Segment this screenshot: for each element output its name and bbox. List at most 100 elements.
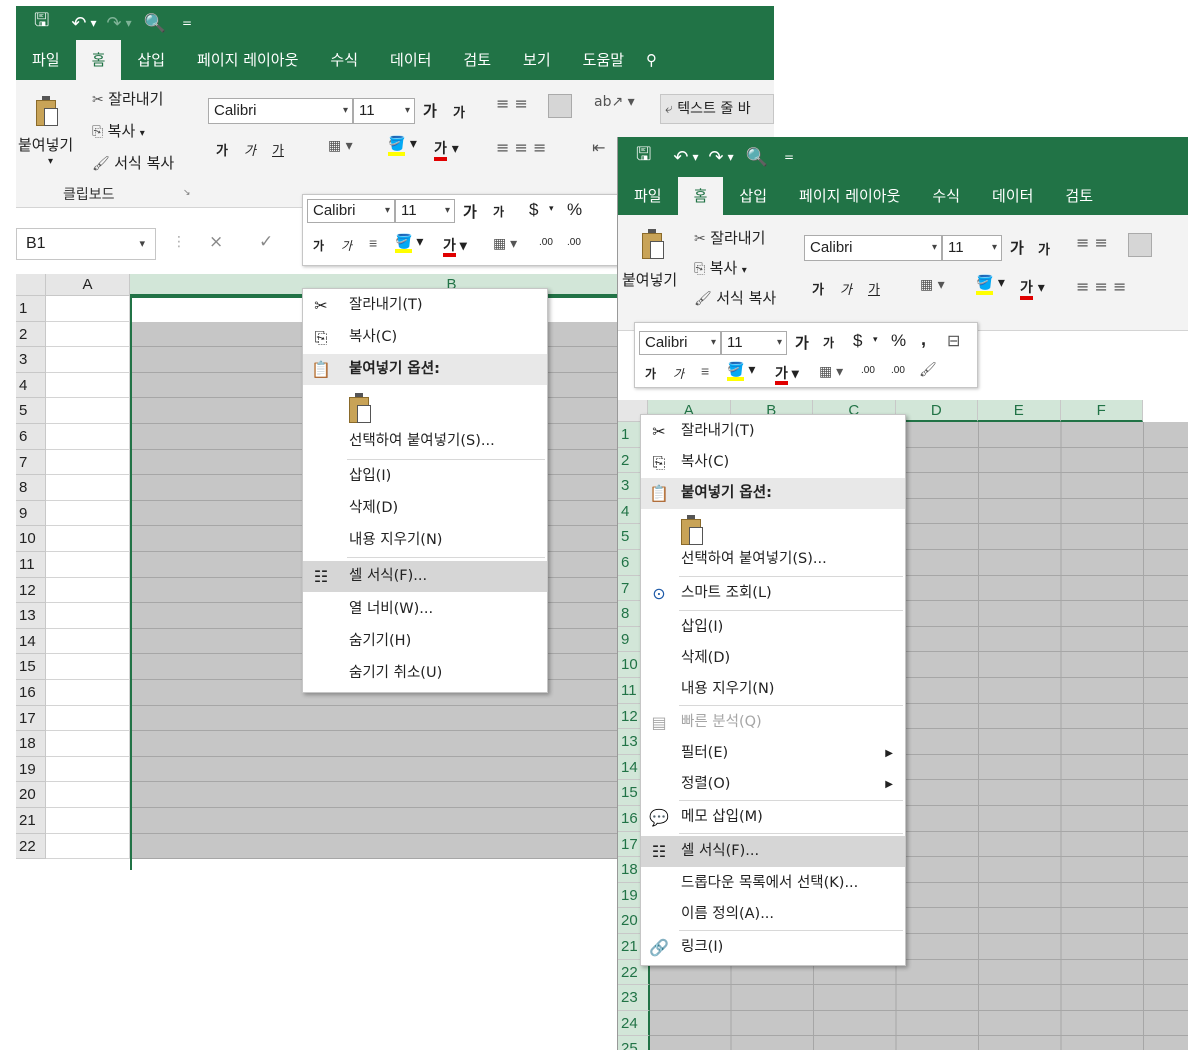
tab-file[interactable]: 파일 — [16, 40, 76, 80]
tab-page-layout[interactable]: 페이지 레이아웃 — [783, 177, 916, 215]
mini-comma[interactable]: , — [921, 329, 926, 350]
cut-button[interactable]: ✂ 잘라내기 — [92, 88, 163, 109]
row-header[interactable]: 5 — [16, 398, 46, 424]
menu-item-insert-comment[interactable]: 💬 메모 삽입(M) — [641, 802, 905, 833]
grid-cell-selected[interactable] — [650, 985, 1188, 1011]
border-icon[interactable]: ▦ ▾ — [920, 277, 945, 293]
menu-item-clear-contents[interactable]: 내용 지우기(N) — [303, 525, 547, 556]
customize-qat-icon[interactable]: = — [784, 150, 794, 164]
paste-option-icon[interactable] — [679, 513, 705, 547]
grid-cell[interactable] — [46, 372, 130, 399]
decrease-font-button[interactable]: 가 — [453, 102, 465, 121]
grid-cell[interactable] — [46, 552, 130, 578]
name-box[interactable]: B1 ▾ — [16, 228, 156, 260]
row-header[interactable]: 16 — [16, 680, 46, 706]
row-header[interactable]: 6 — [16, 424, 46, 450]
mini-increase-decimal[interactable]: .00 — [861, 365, 875, 376]
grid-cell[interactable] — [46, 577, 130, 604]
redo-dropdown-icon[interactable]: ▾ — [728, 150, 734, 164]
align-bottom-icon[interactable] — [1128, 233, 1152, 257]
mini-decrease-decimal[interactable]: .00 — [567, 237, 581, 248]
mini-border-icon[interactable]: ▦ ▾ — [819, 363, 843, 380]
menu-item-smart-lookup[interactable]: ⊙ 스마트 조회(L) — [641, 578, 905, 609]
menu-item-format-cells[interactable]: ☷ 셀 서식(F)... — [303, 561, 547, 592]
paste-dropdown-icon[interactable]: ▾ — [48, 156, 53, 167]
tab-view[interactable]: 보기 — [507, 40, 567, 80]
menu-item-clear-contents[interactable]: 내용 지우기(N) — [641, 674, 905, 705]
bold-button[interactable]: 가 — [812, 279, 824, 298]
mini-increase-decimal[interactable]: .00 — [539, 237, 553, 248]
row-header[interactable]: 11 — [16, 552, 46, 578]
row-header[interactable]: 12 — [16, 577, 46, 604]
grid-cell[interactable] — [46, 296, 130, 322]
column-header-selected[interactable]: F — [1060, 400, 1143, 422]
mini-percent[interactable]: % — [567, 200, 582, 220]
enter-icon[interactable]: ✓ — [259, 232, 273, 252]
row-header[interactable]: 7 — [16, 449, 46, 476]
mini-shrink-font[interactable]: 가 — [823, 334, 834, 351]
fill-color-icon[interactable]: 🪣 ▾ — [976, 275, 1005, 295]
mini-grow-font[interactable]: 가 — [463, 201, 477, 222]
menu-item-link[interactable]: 🔗 링크(I) — [641, 932, 905, 963]
grid-cell[interactable] — [46, 603, 130, 629]
paste-button[interactable]: 붙여넣기 — [18, 134, 73, 155]
column-header-selected[interactable]: E — [978, 400, 1061, 422]
font-size-box[interactable]: 11 ▾ — [942, 235, 1002, 261]
tab-review[interactable]: 검토 — [447, 40, 507, 80]
grid-cell[interactable] — [46, 654, 130, 680]
column-header[interactable]: A — [46, 274, 130, 296]
font-size-box[interactable]: 11 ▾ — [353, 98, 415, 124]
mini-format-painter-icon[interactable]: 🖌 — [919, 361, 937, 378]
mini-font-box[interactable]: Calibri ▾ — [639, 331, 721, 355]
mini-merge-icon[interactable]: ⊟ — [947, 331, 960, 351]
menu-item-unhide[interactable]: 숨기기 취소(U) — [303, 658, 547, 689]
redo-icon[interactable]: ↷ — [708, 147, 723, 168]
border-icon[interactable]: ▦ ▾ — [328, 138, 353, 154]
align-left-icon[interactable]: ≡ ≡ ≡ — [1076, 277, 1126, 296]
row-header[interactable]: 9 — [16, 500, 46, 527]
row-header[interactable]: 20 — [16, 782, 46, 808]
mini-currency[interactable]: $ — [853, 331, 862, 351]
row-header[interactable]: 18 — [16, 731, 46, 757]
menu-item-filter[interactable]: 필터(E) ▶ — [641, 738, 905, 769]
tab-formulas[interactable]: 수식 — [314, 40, 374, 80]
underline-button[interactable]: 가 — [868, 279, 880, 298]
undo-dropdown-icon[interactable]: ▾ — [90, 16, 96, 30]
grid-cell[interactable] — [46, 449, 130, 476]
row-header[interactable]: 21 — [16, 808, 46, 834]
menu-item-delete[interactable]: 삭제(D) — [303, 493, 547, 524]
menu-item-hide[interactable]: 숨기기(H) — [303, 626, 547, 657]
row-header[interactable]: 2 — [16, 321, 46, 348]
tab-data[interactable]: 데이터 — [976, 177, 1049, 215]
tab-insert[interactable]: 삽입 — [121, 40, 181, 80]
mini-currency[interactable]: $ — [529, 200, 538, 220]
row-header[interactable]: 17 — [16, 705, 46, 732]
grid-cell-selected[interactable] — [650, 1010, 1188, 1037]
mini-decrease-decimal[interactable]: .00 — [891, 365, 905, 376]
paste-icon[interactable] — [34, 94, 60, 128]
column-header-selected[interactable]: D — [895, 400, 978, 422]
undo-icon[interactable]: ↶ — [673, 147, 688, 168]
grid-cell[interactable] — [46, 321, 130, 348]
grid-cell[interactable] — [46, 628, 130, 655]
format-painter-button[interactable]: 🖌 서식 복사 — [694, 287, 776, 308]
tab-home[interactable]: 홈 — [75, 40, 122, 80]
grid-cell[interactable] — [46, 705, 130, 732]
tell-me-icon[interactable]: ⚲ — [640, 40, 663, 80]
bold-button[interactable]: 가 — [216, 140, 228, 159]
save-icon[interactable]: 🖫 — [636, 142, 651, 172]
row-header[interactable]: 13 — [16, 603, 46, 629]
grid-cell[interactable] — [46, 398, 130, 424]
row-header[interactable]: 1 — [16, 296, 46, 322]
print-preview-icon[interactable]: 🔍 — [746, 147, 768, 168]
mini-bold[interactable]: 가 — [645, 365, 656, 382]
mini-border-icon[interactable]: ▦ ▾ — [493, 235, 517, 252]
font-name-box[interactable]: Calibri ▾ — [804, 235, 942, 261]
menu-item-cut[interactable]: ✂ 잘라내기(T) — [641, 416, 905, 447]
grid-cell[interactable] — [46, 424, 130, 450]
menu-item-paste-special[interactable]: 선택하여 붙여넣기(S)... — [303, 426, 547, 457]
menu-item-pick-from-dropdown[interactable]: 드롭다운 목록에서 선택(K)... — [641, 868, 905, 899]
grid-cell[interactable] — [46, 680, 130, 706]
tab-file[interactable]: 파일 — [618, 177, 678, 215]
mini-font-box[interactable]: Calibri ▾ — [307, 199, 395, 223]
